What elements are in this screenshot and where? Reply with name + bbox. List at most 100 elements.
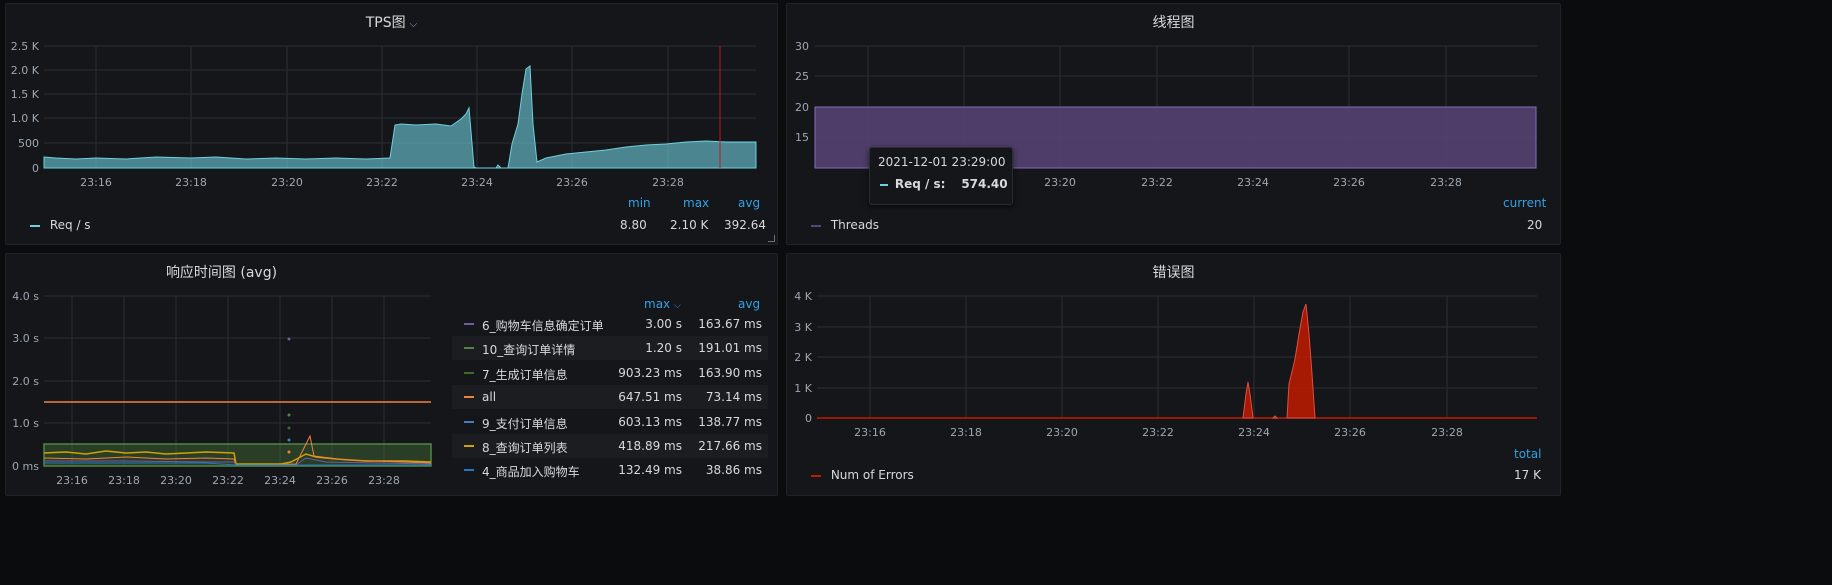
y-tick-label: 1.0 s (12, 417, 39, 430)
tps-legend-max: 2.10 K (670, 218, 709, 232)
series-max: 3.00 s (645, 317, 682, 331)
series-swatch (30, 224, 40, 227)
x-tick-label: 23:16 (56, 474, 88, 487)
errors-legend-series-label: Num of Errors (830, 468, 914, 482)
series-max: 903.23 ms (618, 365, 682, 380)
y-tick-label: 2.0 s (12, 375, 39, 388)
y-tick-label: 500 (18, 137, 39, 150)
response-panel: 响应时间图 (avg) 4.0 s 3.0 s 2.0 s 1.0 s0 ms 23:… (5, 253, 778, 496)
x-tick-label: 23:22 (1142, 426, 1174, 439)
y-tick-label: 1.5 K (11, 88, 40, 101)
legend-row[interactable]: 7_生成订单信息 903.23 ms 163.90 ms (452, 361, 768, 385)
legend-row[interactable]: 10_查询订单详情 1.20 s 191.01 ms (452, 336, 768, 361)
x-tick-label: 23:16 (854, 426, 886, 439)
tps-legend-avg: 392.64 (724, 218, 766, 232)
y-tick-label: 25 (795, 70, 809, 83)
legend-row[interactable]: 9_支付订单信息 603.13 ms 138.77 ms (452, 410, 768, 434)
legend-row[interactable]: 8_查询订单列表 418.89 ms 217.66 ms (452, 434, 768, 458)
x-tick-label: 23:24 (264, 474, 296, 487)
series-max: 603.13 ms (618, 414, 682, 429)
y-tick-label: 30 (795, 40, 809, 53)
tps-panel: TPS图 ⌵ 2.5 K 2.0 K 1.5 K 1.0 K 500 0 23:16 23:1… (5, 3, 778, 245)
y-tick-label: 3 K (794, 321, 812, 334)
hover-tooltip: 2021-12-01 23:29:00 Req / s: 574.40 (869, 147, 1013, 205)
x-tick-label: 23:20 (1046, 426, 1078, 439)
series-name: all (482, 390, 497, 405)
errors-legend-series[interactable]: Num of Errors (811, 468, 914, 482)
threads-chart[interactable]: 30252015 1623:1823:2023:2223:2423:2623:2… (787, 4, 1562, 246)
series-swatch (464, 323, 474, 325)
x-tick-label: 23:24 (1237, 176, 1269, 189)
x-tick-label: 23:28 (1431, 426, 1463, 439)
series-name: 4_商品加入购物车 (482, 465, 580, 480)
series-swatch (464, 420, 474, 423)
errors-chart[interactable]: 4 K 3 K 2 K 1 K 0 23:16 23:18 23:20 23:22 23:24 2… (787, 254, 1562, 497)
series-max: 418.89 ms (618, 439, 682, 453)
y-tick-label: 2 K (794, 351, 812, 364)
series-name: 9_支付订单信息 (482, 416, 568, 431)
series-swatch (464, 347, 474, 350)
x-tick-label: 23:20 (271, 176, 303, 189)
tps-area (43, 65, 757, 169)
tps-legend-header-max[interactable]: max (683, 196, 709, 210)
y-tick-label: 20 (795, 101, 809, 114)
chevron-down-icon: ⌵ (673, 301, 681, 311)
series-10-point (287, 413, 291, 417)
y-tick-label: 0 (805, 412, 812, 425)
x-tick-label: 23:22 (1141, 176, 1173, 189)
threads-legend-header-current[interactable]: current (1503, 196, 1546, 210)
tps-legend-min: 8.80 (620, 218, 647, 232)
series-avg: 73.14 ms (705, 390, 762, 405)
series-avg: 38.86 ms (705, 463, 762, 478)
x-tick-label: 23:26 (1333, 176, 1365, 189)
x-tick-label: 23:18 (175, 176, 207, 189)
series-name: 8_查询订单列表 (482, 441, 568, 455)
series-swatch (464, 469, 474, 472)
threads-legend-current: 20 (1527, 218, 1543, 232)
y-tick-label: 4 K (794, 290, 812, 303)
series-swatch (464, 445, 474, 447)
threads-legend-series-label: Threads (830, 218, 880, 232)
x-tick-label: 23:18 (108, 474, 140, 487)
tps-legend-header-avg[interactable]: avg (738, 196, 760, 210)
tps-legend-header-min[interactable]: min (628, 196, 651, 210)
series-avg: 217.66 ms (698, 439, 762, 453)
series-9-point (287, 438, 291, 442)
y-tick-label: 4.0 s (12, 290, 39, 303)
series-name: 7_生成订单信息 (482, 367, 568, 382)
x-tick-label: 23:26 (316, 474, 348, 487)
x-tick-label: 23:28 (1430, 176, 1462, 189)
x-tick-label: 23:28 (368, 474, 400, 487)
x-tick-label: 23:18 (950, 426, 982, 439)
response-legend-header-avg[interactable]: avg (738, 297, 760, 311)
errors-legend-header-total[interactable]: total (1514, 447, 1541, 461)
x-tick-label: 23:24 (461, 176, 493, 189)
errors-legend-total: 17 K (1514, 468, 1541, 482)
series-max: 1.20 s (645, 341, 682, 356)
y-tick-label: 1.0 K (11, 112, 40, 125)
series-avg: 163.67 ms (698, 317, 762, 331)
x-tick-label: 23:26 (1334, 426, 1366, 439)
tooltip-value: 574.40 (961, 177, 1008, 191)
resize-handle[interactable] (768, 235, 775, 242)
series-max: 647.51 ms (618, 390, 682, 405)
series-avg: 191.01 ms (698, 341, 762, 356)
x-tick-label: 23:22 (366, 176, 398, 189)
tooltip-series: Req / s: (894, 177, 946, 191)
y-tick-label: 0 (32, 162, 39, 175)
x-tick-label: 23:22 (212, 474, 244, 487)
y-tick-label: 1 K (794, 382, 812, 395)
tps-chart[interactable]: 2.5 K 2.0 K 1.5 K 1.0 K 500 0 23:16 23:18 23:20… (6, 4, 779, 246)
series-avg: 138.77 ms (698, 414, 762, 429)
legend-row[interactable]: 6_购物车信息确定订单 3.00 s 163.67 ms (452, 312, 768, 336)
x-tick-label: 23:20 (1044, 176, 1076, 189)
response-legend-header-max[interactable]: max ⌵ (644, 297, 681, 311)
tps-legend-series[interactable]: Req / s (30, 218, 91, 232)
x-tick-label: 23:26 (556, 176, 588, 189)
response-chart[interactable]: 4.0 s 3.0 s 2.0 s 1.0 s 0 ms 23:16 23:18 23:20… (6, 254, 438, 497)
legend-row[interactable]: all 647.51 ms 73.14 ms (452, 385, 768, 410)
legend-row[interactable]: 4_商品加入购物车 132.49 ms 38.86 ms (452, 458, 768, 482)
series-name: 6_购物车信息确定订单 (482, 319, 604, 333)
series-swatch (880, 183, 888, 186)
threads-legend-series[interactable]: Threads (811, 218, 879, 232)
